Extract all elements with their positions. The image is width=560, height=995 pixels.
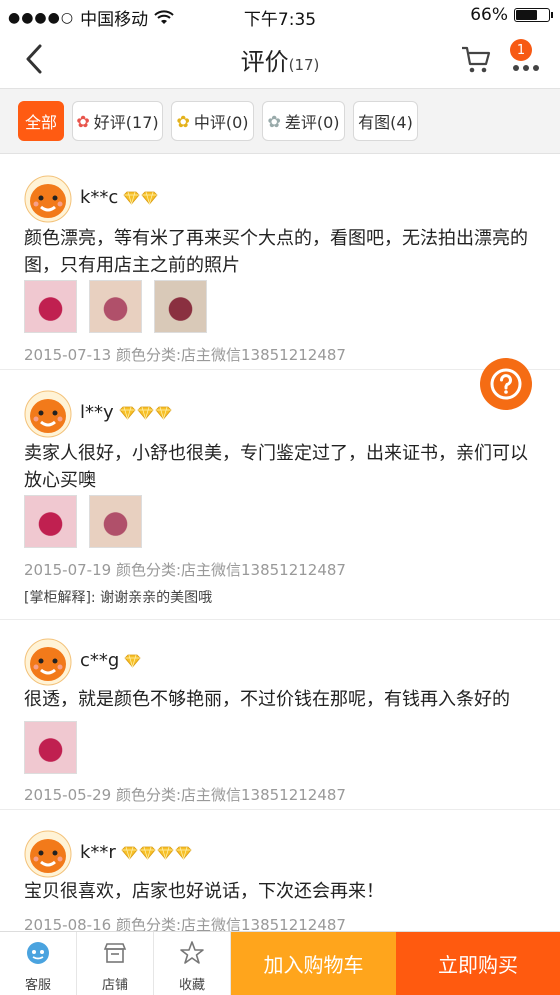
level-diamonds: [124, 654, 141, 668]
filter-neutral[interactable]: ✿ 中评(0): [171, 101, 254, 141]
review-item: k**c 颜色漂亮，等有米了再来买个大点的，看图吧，无法拍出漂亮的图，只有用店主…: [0, 155, 560, 370]
tab-service[interactable]: 客服: [0, 932, 77, 995]
diamond-icon: [121, 846, 138, 860]
page-title: 评价(17): [240, 47, 320, 76]
avatar: [24, 830, 72, 878]
review-photo[interactable]: [154, 280, 207, 333]
diamond-icon: [155, 406, 172, 420]
avatar: [24, 638, 72, 686]
review-photo[interactable]: [24, 495, 77, 548]
username: k**c: [80, 187, 158, 208]
level-diamonds: [121, 846, 192, 860]
tab-favorite[interactable]: 收藏: [154, 932, 231, 995]
filter-positive[interactable]: ✿ 好评(17): [72, 101, 163, 141]
review-item: k**r 宝贝很喜欢，店家也好说话，下次还会再来！ 2015-08-16 颜色分…: [0, 810, 560, 935]
review-text: 卖家人很好，小舒也很美，专门鉴定过了，出来证书，亲们可以放心买噢: [24, 443, 528, 491]
review-item: l**y 卖家人很好，小舒也很美，专门鉴定过了，出来证书，亲们可以放心买噢 20…: [0, 370, 560, 620]
review-text: 颜色漂亮，等有米了再来买个大点的，看图吧，无法拍出漂亮的图，只有用店主之前的照片: [24, 228, 528, 276]
battery-percent: 66%: [470, 5, 508, 25]
diamond-icon: [157, 846, 174, 860]
battery-icon: [514, 8, 553, 22]
buy-now-button[interactable]: 立即购买: [396, 932, 560, 995]
review-photo[interactable]: [24, 721, 77, 774]
service-icon: [27, 942, 49, 964]
review-photos: [24, 495, 142, 548]
flower-gray-icon: ✿: [267, 111, 281, 131]
diamond-icon: [123, 191, 140, 205]
question-icon: [490, 368, 522, 400]
diamond-icon: [175, 846, 192, 860]
review-photos: [24, 280, 207, 333]
flower-red-icon: ✿: [76, 111, 90, 131]
more-button[interactable]: 1: [508, 39, 544, 76]
review-photos: [24, 721, 77, 774]
filter-bar: 全部 ✿ 好评(17) ✿ 中评(0) ✿ 差评(0) 有图(4): [0, 88, 560, 154]
filter-all[interactable]: 全部: [18, 101, 64, 141]
level-diamonds: [119, 406, 172, 420]
diamond-icon: [141, 191, 158, 205]
seller-reply: [掌柜解释]: 谢谢亲亲的美图哦: [24, 590, 213, 606]
diamond-icon: [119, 406, 136, 420]
avatar: [24, 175, 72, 223]
review-meta: 2015-07-13 颜色分类:店主微信13851212487: [24, 346, 346, 364]
filter-negative[interactable]: ✿ 差评(0): [262, 101, 345, 141]
review-item: c**g 很透，就是颜色不够艳丽，不过价钱在那呢，有钱再入条好的 2015-05…: [0, 620, 560, 810]
diamond-icon: [137, 406, 154, 420]
review-photo[interactable]: [89, 280, 142, 333]
bottom-bar: 客服 店铺 收藏 加入购物车 立即购买: [0, 931, 560, 995]
username: c**g: [80, 650, 141, 671]
flower-yellow-icon: ✿: [176, 111, 190, 131]
status-bar: ●●●●○ 中国移动 下午7:35 66%: [0, 0, 560, 30]
cart-icon[interactable]: [460, 43, 492, 75]
back-icon[interactable]: [22, 42, 52, 76]
nav-bar: 评价(17) 1: [0, 30, 560, 88]
review-photo[interactable]: [24, 280, 77, 333]
filter-with-photo[interactable]: 有图(4): [353, 101, 418, 141]
star-icon: [180, 941, 204, 964]
review-meta: 2015-07-19 颜色分类:店主微信13851212487: [24, 561, 346, 579]
avatar: [24, 390, 72, 438]
review-meta: 2015-05-29 颜色分类:店主微信13851212487: [24, 786, 346, 804]
review-photo[interactable]: [89, 495, 142, 548]
level-diamonds: [123, 191, 158, 205]
username: l**y: [80, 402, 172, 423]
shop-icon: [103, 943, 127, 963]
add-to-cart-button[interactable]: 加入购物车: [231, 932, 396, 995]
tab-shop[interactable]: 店铺: [77, 932, 154, 995]
diamond-icon: [124, 654, 141, 668]
review-text: 很透，就是颜色不够艳丽，不过价钱在那呢，有钱再入条好的: [24, 689, 510, 710]
notification-badge: 1: [510, 39, 532, 61]
help-button[interactable]: [480, 358, 532, 410]
review-text: 宝贝很喜欢，店家也好说话，下次还会再来！: [24, 881, 384, 902]
diamond-icon: [139, 846, 156, 860]
username: k**r: [80, 842, 192, 863]
